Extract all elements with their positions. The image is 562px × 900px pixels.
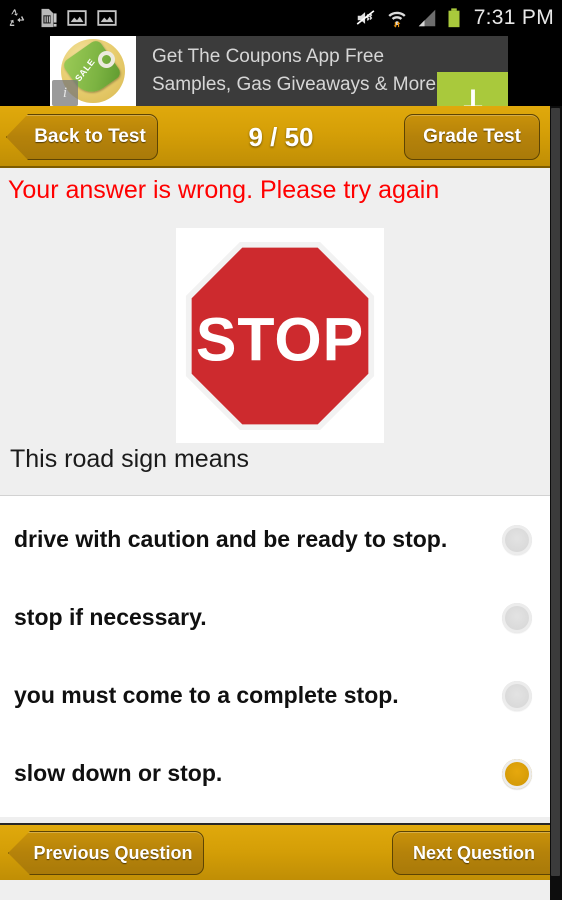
image-icon — [67, 10, 87, 26]
app-screen: 7:31 PM SALE i Get The Coupons App Free … — [0, 0, 562, 900]
answer-option-label: you must come to a complete stop. — [14, 682, 399, 709]
ad-banner[interactable]: SALE i Get The Coupons App Free Samples,… — [0, 36, 562, 142]
svg-text:STOP: STOP — [196, 305, 364, 373]
answer-option-label: drive with caution and be ready to stop. — [14, 526, 448, 553]
next-question-button[interactable]: Next Question — [392, 831, 562, 875]
question-area: STOP This road sign means — [0, 210, 550, 495]
wifi-icon — [388, 11, 406, 28]
bottom-navigation-bar: Previous Question Next Question — [0, 823, 550, 880]
previous-question-button[interactable]: Previous Question — [8, 831, 204, 875]
answer-option-1[interactable]: drive with caution and be ready to stop. — [0, 496, 550, 584]
ad-thumbnail: SALE i — [50, 36, 136, 106]
answer-feedback-message: Your answer is wrong. Please try again — [0, 170, 550, 210]
cellular-signal-icon — [418, 9, 435, 27]
mute-icon — [356, 10, 375, 25]
answer-radio-button[interactable] — [502, 603, 532, 633]
image-icon — [97, 10, 117, 26]
answer-radio-button[interactable] — [502, 681, 532, 711]
recycle-icon — [9, 9, 25, 26]
question-prompt: This road sign means — [10, 445, 250, 473]
battery-icon — [448, 8, 460, 28]
status-bar-right-icons: 7:31 PM — [354, 6, 554, 30]
answer-options-list: drive with caution and be ready to stop.… — [0, 495, 550, 817]
ad-info-icon[interactable]: i — [52, 80, 78, 106]
status-bar-clock: 7:31 PM — [473, 6, 554, 29]
footer-strip — [0, 880, 550, 900]
grade-test-button[interactable]: Grade Test — [404, 114, 540, 160]
question-image: STOP — [176, 228, 384, 443]
answer-option-3[interactable]: you must come to a complete stop. — [0, 652, 550, 740]
status-bar-left-icons — [6, 7, 118, 29]
ad-text-line1: Get The Coupons App Free — [152, 46, 385, 68]
answer-option-2[interactable]: stop if necessary. — [0, 584, 550, 652]
sd-card-warning-icon — [41, 8, 57, 28]
top-toolbar: Back to Test 9 / 50 Grade Test — [0, 106, 562, 168]
vertical-scrollbar-thumb[interactable] — [551, 108, 560, 876]
answer-radio-button[interactable] — [502, 525, 532, 555]
status-bar: 7:31 PM — [0, 0, 562, 36]
stop-sign-icon: STOP — [185, 241, 375, 430]
answer-option-label: slow down or stop. — [14, 760, 223, 787]
answer-option-4[interactable]: slow down or stop. — [0, 740, 550, 808]
answer-radio-button-selected[interactable] — [502, 759, 532, 789]
back-to-test-button[interactable]: Back to Test — [6, 114, 158, 160]
answer-option-label: stop if necessary. — [14, 604, 207, 631]
